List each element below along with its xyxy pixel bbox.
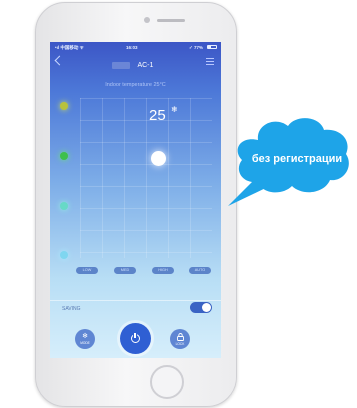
back-icon[interactable] xyxy=(54,55,65,66)
battery-text: ✓ 77% xyxy=(188,45,203,50)
device-badge xyxy=(112,62,130,70)
fan-low-button[interactable]: LOW xyxy=(76,267,98,274)
lock-button[interactable]: LOCK xyxy=(170,329,190,349)
indoor-temperature-label: Indoor temperature 25°C xyxy=(105,82,166,88)
fan-auto-button[interactable]: AUTO xyxy=(189,267,211,274)
saving-label: SAVING xyxy=(62,306,81,312)
menu-icon[interactable] xyxy=(206,58,214,65)
speaker-grille xyxy=(157,19,185,22)
mode-button[interactable]: ❄ MODE xyxy=(75,329,95,349)
mode-dot-1[interactable] xyxy=(60,102,68,110)
mode-dot-4[interactable] xyxy=(60,251,68,259)
camera xyxy=(144,17,150,23)
lock-icon xyxy=(176,332,184,341)
app-screen: •ıl 中国移动 ᯤ 16:03 ✓ 77% AC-1 Indoor tempe… xyxy=(50,42,221,358)
home-button[interactable] xyxy=(150,365,184,399)
divider xyxy=(50,300,221,301)
mode-dot-2[interactable] xyxy=(60,152,68,160)
fan-high-button[interactable]: HIGH xyxy=(152,267,174,274)
speech-bubble xyxy=(228,118,349,206)
nav-bar: AC-1 xyxy=(50,53,221,71)
temperature-knob[interactable] xyxy=(151,151,166,166)
status-time: 16:03 xyxy=(126,45,138,50)
mode-label: MODE xyxy=(80,341,90,345)
device-title: AC-1 xyxy=(112,57,154,70)
power-button[interactable] xyxy=(120,323,151,354)
temperature-grid[interactable] xyxy=(80,98,212,258)
set-temperature: 25 xyxy=(149,107,166,124)
carrier-text: •ıl 中国移动 ᯤ xyxy=(55,45,84,50)
fan-med-button[interactable]: MED xyxy=(114,267,136,274)
battery-icon xyxy=(207,45,217,49)
snowflake-icon: ❄ xyxy=(171,105,178,114)
bubble-text: без регистрации xyxy=(251,153,343,165)
toggle-knob xyxy=(202,303,211,312)
lock-label: LOCK xyxy=(175,341,185,346)
mode-dot-3[interactable] xyxy=(60,202,68,210)
device-name: AC-1 xyxy=(137,62,154,70)
power-icon xyxy=(131,332,140,343)
saving-toggle[interactable] xyxy=(190,302,212,313)
snowflake-icon: ❄ xyxy=(82,333,88,340)
status-bar: •ıl 中国移动 ᯤ 16:03 ✓ 77% xyxy=(50,42,221,53)
